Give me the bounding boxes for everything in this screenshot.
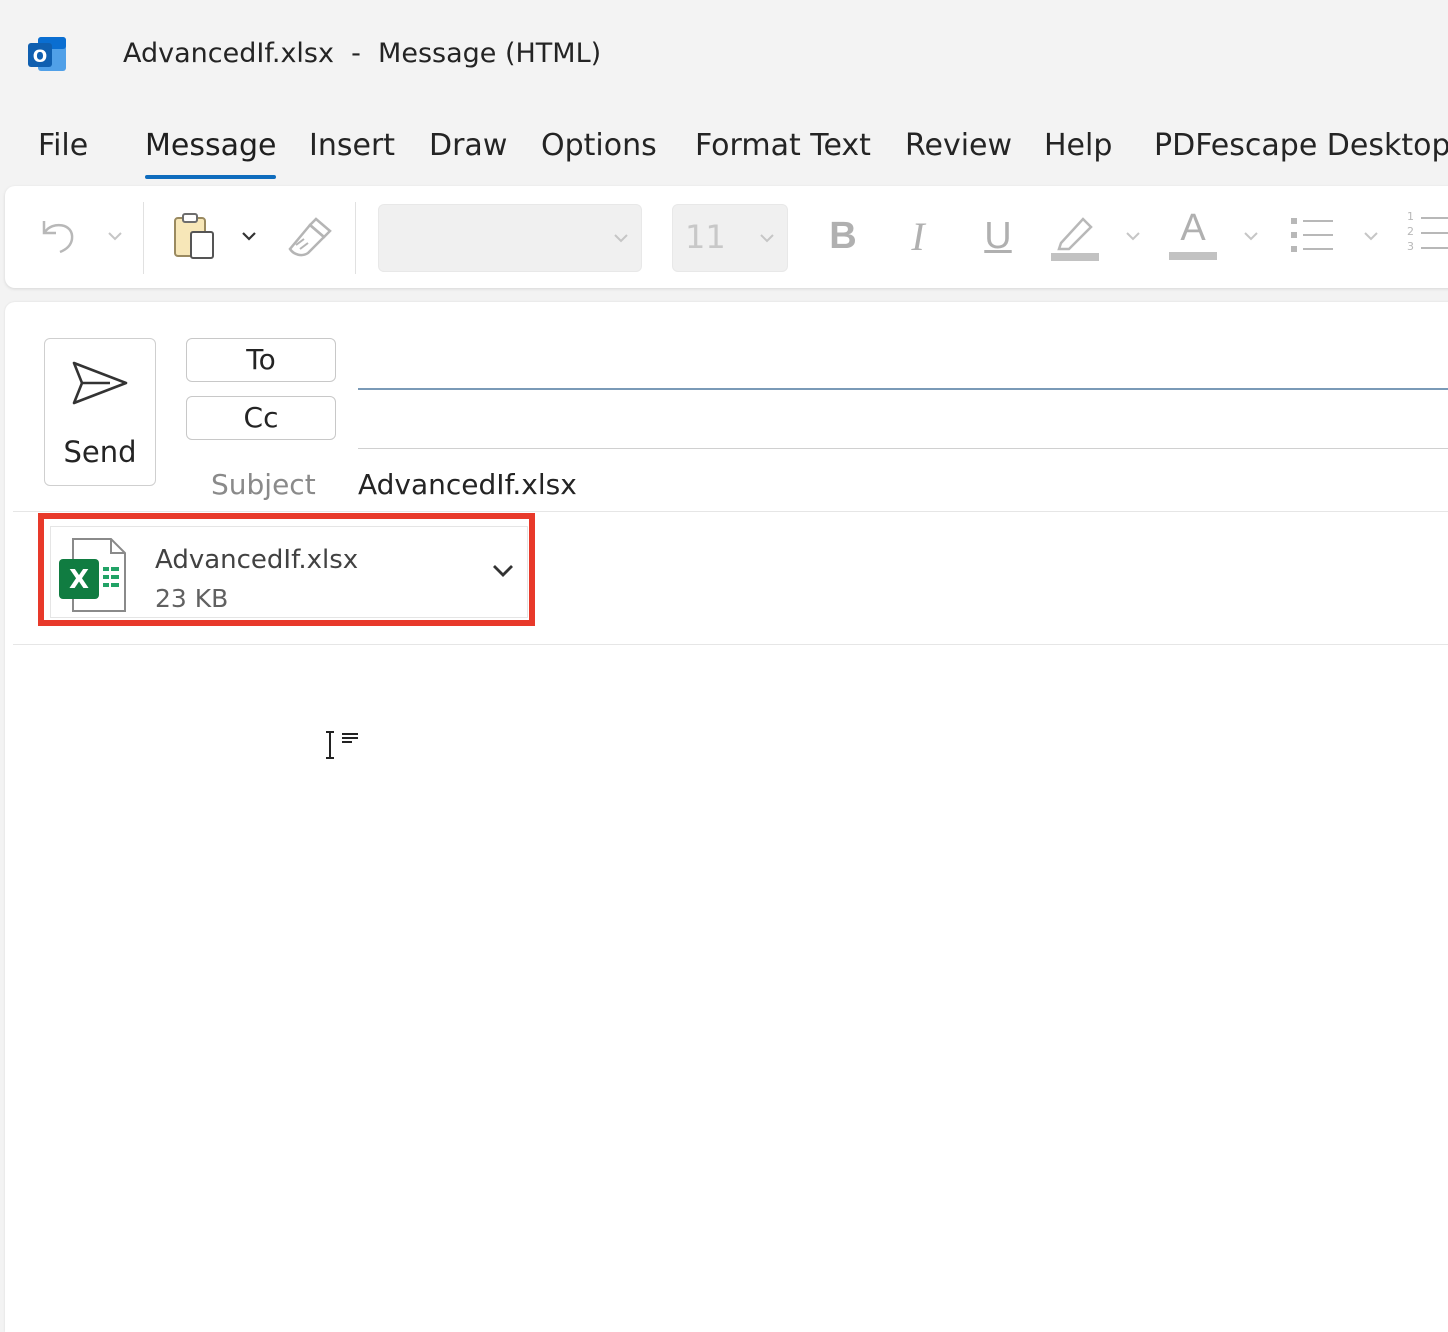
tab-pdfescape-desktop[interactable]: PDFescape Desktop	[1154, 128, 1448, 163]
clipboard-paste-icon	[174, 213, 214, 259]
toolbar-separator	[143, 202, 144, 274]
tab-draw[interactable]: Draw	[429, 128, 507, 163]
numbered-list-icon: 1 2 3	[1405, 210, 1448, 260]
chevron-down-icon	[242, 232, 256, 241]
chevron-down-icon	[108, 232, 122, 241]
chevron-down-icon	[1244, 232, 1258, 241]
ribbon-toolbar: 11 B I U A 1 2 3	[5, 186, 1448, 288]
tab-insert[interactable]: Insert	[309, 128, 395, 163]
attachment-highlight-box	[38, 513, 535, 626]
tab-review[interactable]: Review	[905, 128, 1012, 163]
undo-dropdown[interactable]	[103, 224, 127, 248]
title-bar: O AdvancedIf.xlsx - Message (HTML)	[0, 0, 1448, 110]
font-size-combobox[interactable]: 11	[672, 204, 788, 272]
chevron-down-icon	[1364, 232, 1378, 241]
paste-dropdown[interactable]	[237, 224, 261, 248]
font-color-dropdown[interactable]	[1239, 224, 1263, 248]
format-painter-button[interactable]	[285, 212, 335, 262]
highlight-dropdown[interactable]	[1121, 224, 1145, 248]
tab-format-text[interactable]: Format Text	[695, 128, 871, 163]
font-color-letter: A	[1180, 207, 1206, 249]
subject-label: Subject	[211, 468, 316, 501]
tab-options[interactable]: Options	[541, 128, 657, 163]
font-color-button[interactable]: A	[1167, 206, 1219, 262]
font-color-swatch	[1169, 252, 1217, 260]
paste-button[interactable]	[169, 212, 219, 262]
to-field[interactable]	[358, 338, 1448, 386]
text-cursor-icon	[326, 731, 358, 759]
cc-button[interactable]: Cc	[186, 396, 336, 440]
underline-button[interactable]: U	[975, 210, 1021, 262]
to-button[interactable]: To	[186, 338, 336, 382]
send-icon	[72, 361, 128, 405]
numbering-button[interactable]: 1 2 3	[1405, 210, 1448, 260]
window-title: AdvancedIf.xlsx - Message (HTML)	[123, 38, 602, 69]
bullets-button[interactable]	[1287, 212, 1337, 258]
ribbon-tabs: File Message Insert Draw Options Format …	[0, 128, 1448, 184]
attachment-divider	[13, 644, 1448, 645]
subject-field[interactable]: AdvancedIf.xlsx	[358, 468, 577, 501]
italic-button[interactable]: I	[898, 210, 938, 262]
bulleted-list-icon	[1291, 218, 1333, 252]
bullets-dropdown[interactable]	[1359, 224, 1383, 248]
undo-icon	[42, 221, 74, 254]
numbering-digit-3: 3	[1407, 240, 1414, 253]
message-body[interactable]	[13, 646, 1448, 1326]
highlighter-icon	[1051, 217, 1099, 261]
chevron-down-icon	[1126, 232, 1140, 241]
font-size-value: 11	[685, 218, 726, 256]
highlight-button[interactable]	[1049, 208, 1101, 262]
to-field-underline	[358, 388, 1448, 390]
numbering-digit-1: 1	[1407, 210, 1414, 223]
numbering-digit-2: 2	[1407, 225, 1414, 238]
tab-file[interactable]: File	[38, 128, 88, 163]
outlook-icon: O	[28, 37, 66, 71]
chevron-down-icon	[760, 234, 774, 243]
chevron-down-icon	[614, 234, 628, 243]
undo-button[interactable]	[35, 212, 81, 258]
tab-message[interactable]: Message	[145, 128, 277, 179]
font-name-combobox[interactable]	[378, 204, 642, 272]
tab-help[interactable]: Help	[1044, 128, 1112, 163]
svg-text:O: O	[33, 47, 47, 67]
toolbar-separator	[355, 202, 356, 274]
header-divider	[13, 511, 1448, 512]
send-label: Send	[63, 435, 137, 469]
bold-button[interactable]: B	[820, 210, 866, 262]
cc-field-underline	[358, 448, 1448, 449]
compose-pane: Send To Cc Subject AdvancedIf.xlsx X Adv…	[5, 302, 1448, 1332]
send-button[interactable]: Send	[44, 338, 156, 486]
format-painter-icon	[288, 217, 332, 257]
cc-field[interactable]	[358, 396, 1448, 444]
